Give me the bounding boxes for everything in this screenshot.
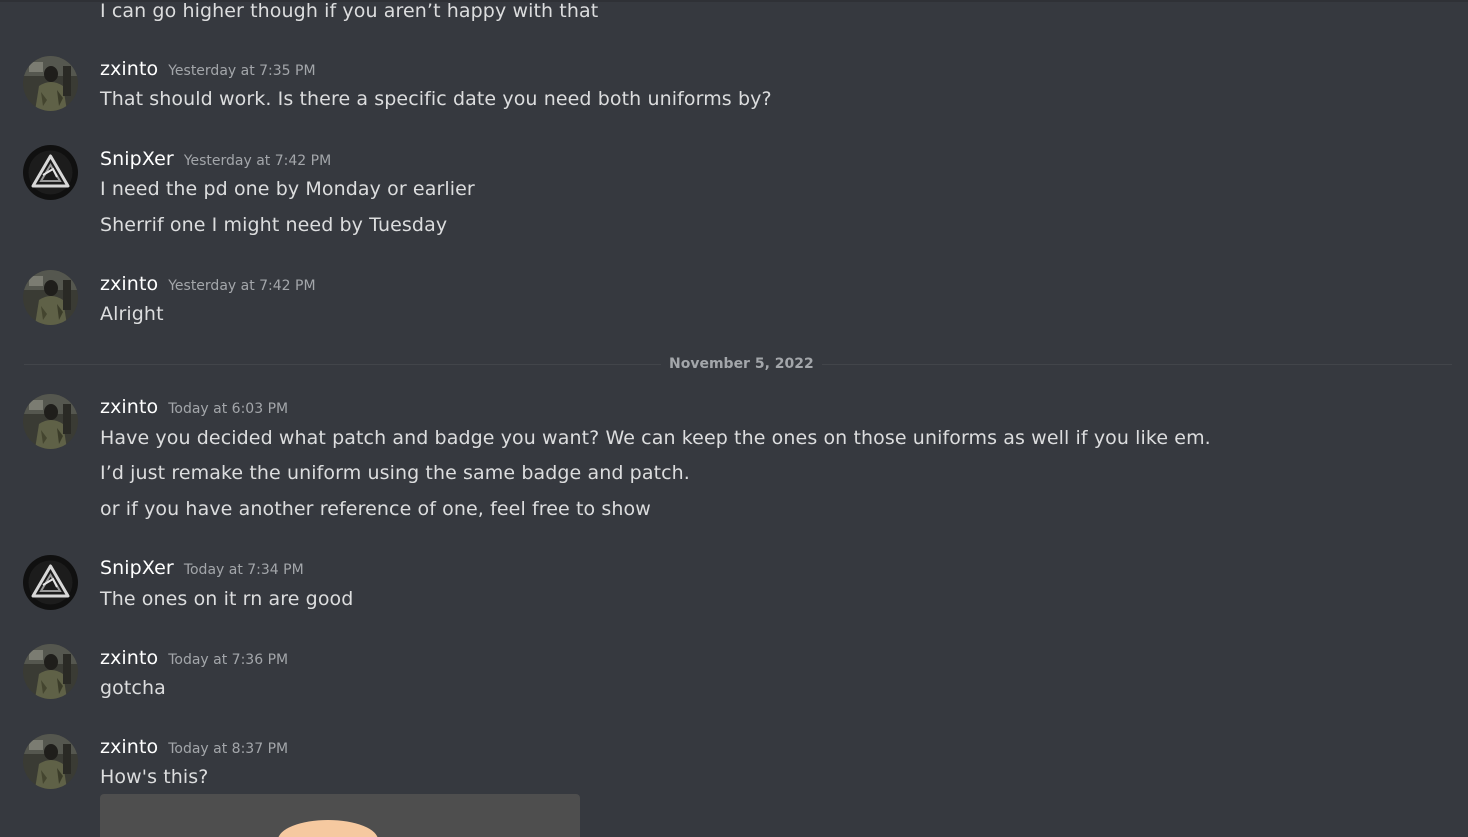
zxinto-avatar-icon (23, 56, 78, 111)
avatar[interactable] (23, 145, 78, 200)
date-divider-label: November 5, 2022 (661, 354, 822, 374)
avatar[interactable] (23, 394, 78, 449)
message-text: I can go higher though if you aren’t hap… (100, 0, 599, 22)
message-header: zxinto Today at 6:03 PM (100, 395, 288, 419)
username[interactable]: zxinto (100, 647, 158, 669)
zxinto-avatar-icon (23, 270, 78, 325)
message-text: The ones on it rn are good (100, 588, 354, 610)
message-header: SnipXer Yesterday at 7:42 PM (100, 147, 331, 171)
image-attachment[interactable] (100, 794, 580, 837)
username[interactable]: zxinto (100, 58, 158, 80)
avatar[interactable] (23, 555, 78, 610)
message-text: How's this? (100, 766, 209, 788)
attachment-preview (278, 820, 378, 837)
zxinto-avatar-icon (23, 734, 78, 789)
snipxer-avatar-icon (23, 145, 78, 200)
message-text: Have you decided what patch and badge yo… (100, 427, 1211, 449)
snipxer-avatar-icon (23, 555, 78, 610)
username[interactable]: SnipXer (100, 557, 174, 579)
message-header: zxinto Yesterday at 7:42 PM (100, 272, 316, 296)
username[interactable]: zxinto (100, 736, 158, 758)
timestamp[interactable]: Yesterday at 7:35 PM (168, 63, 315, 79)
timestamp[interactable]: Yesterday at 7:42 PM (184, 153, 331, 169)
avatar[interactable] (23, 644, 78, 699)
timestamp[interactable]: Yesterday at 7:42 PM (168, 278, 315, 294)
message-header: zxinto Today at 8:37 PM (100, 735, 288, 759)
username[interactable]: zxinto (100, 273, 158, 295)
chat-messages: I can go higher though if you aren’t hap… (0, 0, 1468, 837)
zxinto-avatar-icon (23, 644, 78, 699)
message-text: I’d just remake the uniform using the sa… (100, 462, 690, 484)
timestamp[interactable]: Today at 6:03 PM (168, 401, 288, 417)
message-text: or if you have another reference of one,… (100, 498, 651, 520)
message-text: Alright (100, 303, 164, 325)
message-header: zxinto Today at 7:36 PM (100, 646, 288, 670)
timestamp[interactable]: Today at 8:37 PM (168, 741, 288, 757)
message-text: I need the pd one by Monday or earlier (100, 178, 475, 200)
username[interactable]: SnipXer (100, 148, 174, 170)
message-text: gotcha (100, 677, 166, 699)
message-header: SnipXer Today at 7:34 PM (100, 556, 304, 580)
avatar[interactable] (23, 56, 78, 111)
message-text: That should work. Is there a specific da… (100, 88, 772, 110)
zxinto-avatar-icon (23, 394, 78, 449)
timestamp[interactable]: Today at 7:34 PM (184, 562, 304, 578)
message-text: Sherrif one I might need by Tuesday (100, 214, 448, 236)
avatar[interactable] (23, 270, 78, 325)
avatar[interactable] (23, 734, 78, 789)
message-header: zxinto Yesterday at 7:35 PM (100, 57, 316, 81)
username[interactable]: zxinto (100, 396, 158, 418)
timestamp[interactable]: Today at 7:36 PM (168, 652, 288, 668)
